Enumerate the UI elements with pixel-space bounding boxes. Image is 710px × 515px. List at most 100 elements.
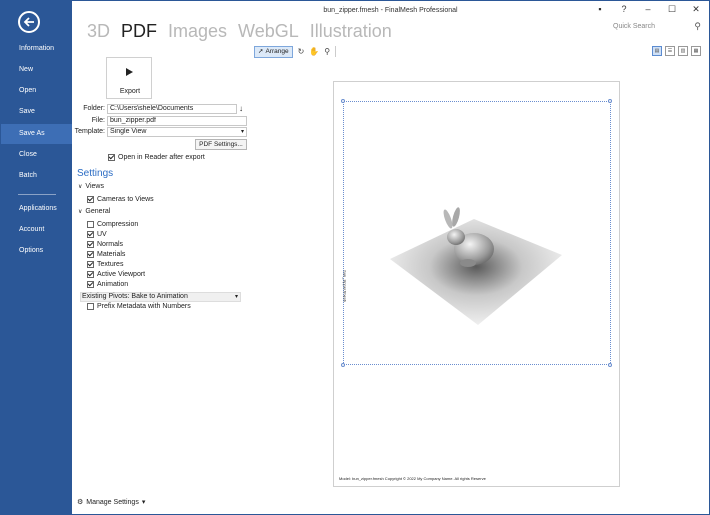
resize-handle[interactable] — [341, 363, 345, 367]
nav-item-account[interactable]: Account — [1, 220, 72, 240]
chevron-down-icon: ▾ — [240, 129, 244, 135]
prefix-metadata-checkbox[interactable]: Prefix Metadata with Numbers — [87, 303, 191, 310]
active-viewport-checkbox[interactable]: Active Viewport — [87, 271, 145, 278]
existing-pivots-dropdown[interactable]: Existing Pivots: Bake to Animation ▾ — [80, 292, 241, 302]
list-view-icon[interactable]: ☰ — [665, 46, 675, 56]
tab-webgl[interactable]: WebGL — [238, 21, 299, 42]
nav-item-close[interactable]: Close — [1, 145, 72, 165]
settings-heading: Settings — [77, 168, 114, 179]
tab-illustration[interactable]: Illustration — [310, 21, 392, 42]
single-page-view-icon[interactable]: ▤ — [652, 46, 662, 56]
file-name-field[interactable]: bun_zipper.pdf — [107, 116, 247, 126]
animation-checkbox[interactable]: Animation — [87, 281, 128, 288]
cameras-to-views-label: Cameras to Views — [97, 196, 154, 203]
existing-pivots-value: Existing Pivots: Bake to Animation — [82, 293, 188, 300]
manage-settings-label: Manage Settings — [86, 498, 139, 506]
checkbox-icon — [87, 281, 94, 288]
page-footer-copyright: Model: bun_zipper.fmesh Copyright © 2022… — [339, 476, 486, 481]
checkbox-icon — [87, 271, 94, 278]
help-icon[interactable]: ? — [617, 4, 631, 15]
layout-view-switcher: ▤ ☰ ▥ ▦ — [652, 46, 701, 56]
views-group-header[interactable]: ∨ Views — [78, 183, 104, 190]
app-window: Information New Open Save Save As Close … — [0, 0, 710, 515]
template-label: Template: — [74, 128, 105, 135]
feedback-icon[interactable]: ▪ — [593, 4, 607, 15]
compression-label: Compression — [97, 221, 139, 228]
prefix-metadata-label: Prefix Metadata with Numbers — [97, 303, 191, 310]
tab-images[interactable]: Images — [168, 21, 227, 42]
arrange-button[interactable]: ➚ Arrange — [254, 45, 293, 58]
bunny-scene-image — [390, 207, 562, 325]
preview-toolbar: ➚ Arrange ↻ ✋ ⚲ — [254, 45, 337, 58]
back-arrow-icon[interactable] — [18, 11, 40, 33]
cursor-icon: ➚ — [258, 47, 264, 55]
active-viewport-label: Active Viewport — [97, 271, 146, 278]
pdf-settings-button[interactable]: PDF Settings... — [195, 139, 247, 150]
zoom-icon[interactable]: ⚲ — [324, 47, 330, 56]
play-icon — [126, 68, 133, 76]
maximize-icon[interactable]: ☐ — [665, 4, 679, 15]
nav-divider — [18, 194, 56, 195]
grid-view-icon[interactable]: ▦ — [691, 46, 701, 56]
checkbox-icon — [87, 303, 94, 310]
checkbox-icon — [87, 221, 94, 228]
tab-3d[interactable]: 3D — [87, 21, 110, 42]
nav-item-batch[interactable]: Batch — [1, 166, 72, 186]
pan-hand-icon[interactable]: ✋ — [309, 47, 319, 56]
nav-item-new[interactable]: New — [1, 60, 72, 80]
resize-handle[interactable] — [608, 363, 612, 367]
materials-checkbox[interactable]: Materials — [87, 251, 125, 258]
checkbox-icon — [108, 154, 115, 161]
open-in-reader-checkbox[interactable]: Open in Reader after export — [108, 154, 205, 161]
export-label: Export — [119, 88, 141, 95]
compression-checkbox[interactable]: Compression — [87, 221, 138, 228]
chevron-down-icon: ∨ — [78, 209, 83, 215]
checkbox-icon — [87, 196, 94, 203]
chevron-down-icon: ▾ — [141, 499, 146, 506]
chevron-down-icon: ∨ — [78, 184, 83, 190]
uv-checkbox[interactable]: UV — [87, 231, 107, 238]
uv-label: UV — [97, 231, 107, 238]
rotate-icon[interactable]: ↻ — [298, 47, 305, 56]
minimize-icon[interactable]: – — [641, 4, 655, 15]
bunny-head — [447, 229, 465, 245]
chevron-down-icon: ▾ — [234, 294, 238, 300]
file-label: File: — [91, 117, 105, 124]
folder-field[interactable]: C:\Users\shele\Documents — [107, 104, 237, 114]
nav-item-information[interactable]: Information — [1, 39, 72, 59]
backstage-nav: Information New Open Save Save As Close … — [1, 1, 72, 514]
resize-handle[interactable] — [608, 99, 612, 103]
arrange-label: Arrange — [265, 47, 289, 55]
window-controls: ▪ ? – ☐ ✕ — [593, 4, 703, 15]
nav-item-options[interactable]: Options — [1, 241, 72, 261]
tab-pdf[interactable]: PDF — [121, 21, 157, 42]
quick-search-placeholder: Quick Search — [613, 23, 656, 30]
cameras-to-views-checkbox[interactable]: Cameras to Views — [87, 196, 154, 203]
textures-label: Textures — [97, 261, 124, 268]
general-group-header[interactable]: ∨ General — [78, 208, 110, 215]
views-group-label: Views — [85, 183, 104, 190]
nav-item-open[interactable]: Open — [1, 81, 72, 101]
checkbox-icon — [87, 261, 94, 268]
nav-item-applications[interactable]: Applications — [1, 199, 72, 219]
open-in-reader-label: Open in Reader after export — [118, 154, 205, 161]
nav-item-save[interactable]: Save — [1, 102, 72, 122]
browse-down-arrow-icon[interactable]: ↓ — [239, 104, 243, 113]
columns-view-icon[interactable]: ▥ — [678, 46, 688, 56]
checkbox-icon — [87, 231, 94, 238]
export-button[interactable]: Export — [106, 57, 152, 99]
close-icon[interactable]: ✕ — [689, 4, 703, 15]
checkbox-icon — [87, 251, 94, 258]
nav-item-save-as[interactable]: Save As — [1, 124, 72, 144]
bunny-foot — [460, 259, 476, 267]
materials-label: Materials — [97, 251, 126, 258]
template-dropdown[interactable]: Single View ▾ — [107, 127, 247, 137]
quick-search-input[interactable]: Quick Search ⚲ — [613, 21, 705, 35]
search-icon[interactable]: ⚲ — [694, 21, 701, 32]
textures-checkbox[interactable]: Textures — [87, 261, 123, 268]
resize-handle[interactable] — [341, 99, 345, 103]
gear-icon: ⚙ — [77, 499, 84, 506]
normals-label: Normals — [97, 241, 124, 248]
manage-settings-menu[interactable]: ⚙ Manage Settings ▾ — [77, 498, 146, 507]
normals-checkbox[interactable]: Normals — [87, 241, 123, 248]
